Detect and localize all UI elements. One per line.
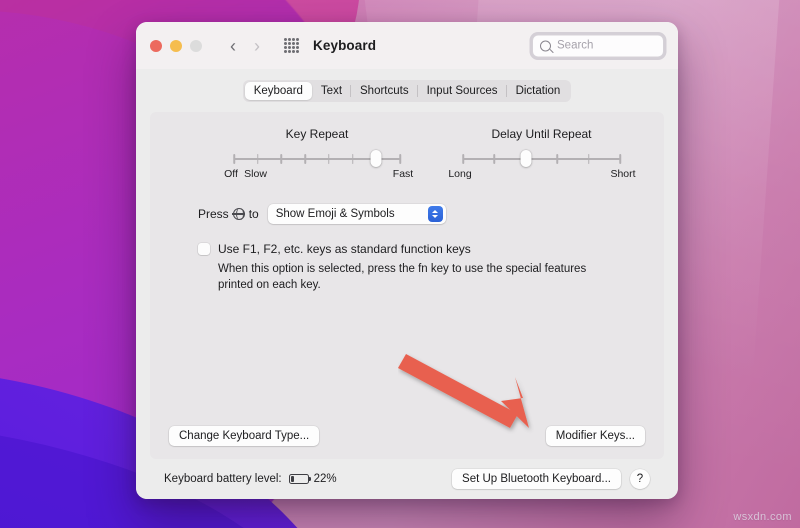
delay-until-repeat-slider[interactable] — [462, 150, 621, 167]
window-body: Keyboard Text Shortcuts Input Sources Di… — [136, 69, 678, 499]
delay-until-repeat-group: Delay Until Repeat Long Short — [448, 127, 635, 182]
keyboard-settings-panel: Key Repeat Off Slow Fast Delay Until Repea… — [150, 112, 664, 459]
key-repeat-slider[interactable] — [233, 150, 401, 167]
slider-tick — [556, 153, 558, 164]
tab-dictation[interactable]: Dictation — [505, 82, 570, 100]
watermark: wsxdn.com — [733, 511, 792, 523]
function-keys-text: Use F1, F2, etc. keys as standard functi… — [218, 242, 618, 294]
function-keys-checkbox[interactable] — [198, 243, 210, 255]
zoom-button[interactable] — [190, 39, 202, 52]
search-icon — [540, 40, 551, 51]
key-repeat-group: Key Repeat Off Slow Fast — [224, 127, 413, 182]
footer-actions: Set Up Bluetooth Keyboard... ? — [452, 469, 650, 489]
function-keys-label: Use F1, F2, etc. keys as standard functi… — [218, 242, 471, 256]
globe-icon — [232, 207, 245, 221]
slider-thumb[interactable] — [370, 150, 382, 167]
tab-text[interactable]: Text — [312, 82, 351, 100]
battery-label: Keyboard battery level: — [164, 473, 282, 485]
battery-percent: 22% — [313, 473, 337, 485]
modifier-keys-button[interactable]: Modifier Keys... — [545, 426, 645, 446]
chevron-right-icon[interactable]: › — [246, 34, 268, 58]
help-button[interactable]: ? — [630, 469, 650, 489]
slider-tick — [351, 153, 354, 164]
delay-until-repeat-title: Delay Until Repeat — [491, 127, 592, 141]
slider-tick — [399, 153, 401, 164]
slider-tick — [233, 153, 235, 164]
sliders-row: Key Repeat Off Slow Fast Delay Until Repea… — [169, 127, 645, 182]
change-keyboard-type-button[interactable]: Change Keyboard Type... — [169, 426, 320, 446]
search-field[interactable]: Search — [532, 34, 664, 57]
slider-tick — [462, 153, 464, 164]
slider-tick — [619, 153, 621, 164]
panel-buttons-row: Change Keyboard Type... Modifier Keys... — [169, 426, 645, 446]
battery-fill — [290, 476, 295, 482]
search-placeholder: Search — [557, 39, 594, 52]
press-prefix-text: Press — [198, 207, 229, 221]
slider-tick-label: Off — [224, 168, 238, 180]
slider-thumb[interactable] — [520, 150, 532, 167]
chevron-left-icon[interactable]: ‹ — [222, 34, 244, 58]
press-globe-row: Press to Show Emoji & Symbols — [169, 204, 645, 224]
traffic-lights — [150, 39, 202, 52]
slider-tick — [280, 153, 283, 164]
slider-tick-label: Fast — [392, 168, 414, 180]
slider-tick — [587, 153, 590, 164]
battery-status: Keyboard battery level: 22% — [164, 473, 337, 485]
tab-bar: Keyboard Text Shortcuts Input Sources Di… — [150, 80, 664, 102]
desktop: ‹ › Keyboard Search Keyboard Text Shortc… — [0, 0, 800, 528]
slider-tick-label: Long — [448, 168, 472, 180]
minimize-button[interactable] — [170, 39, 182, 52]
slider-tick — [304, 153, 306, 164]
globe-action-value: Show Emoji & Symbols — [275, 208, 395, 220]
delay-until-repeat-labels: Long Short — [448, 168, 635, 182]
window-titlebar: ‹ › Keyboard Search — [136, 22, 678, 69]
close-button[interactable] — [150, 39, 162, 52]
grid-dots-icon[interactable] — [284, 38, 299, 53]
slider-tick-label: Short — [610, 168, 636, 180]
tab-input-sources[interactable]: Input Sources — [416, 82, 507, 100]
function-keys-row: Use F1, F2, etc. keys as standard functi… — [169, 242, 645, 294]
window-footer: Keyboard battery level: 22% Set Up Bluet… — [150, 459, 664, 499]
tab-keyboard[interactable]: Keyboard — [244, 82, 312, 100]
updown-chevron-icon[interactable] — [427, 206, 443, 222]
globe-action-popup[interactable]: Show Emoji & Symbols — [267, 204, 446, 224]
battery-icon — [288, 474, 309, 484]
tab-shortcuts[interactable]: Shortcuts — [350, 82, 418, 100]
key-repeat-title: Key Repeat — [285, 127, 349, 141]
page-title: Keyboard — [313, 38, 377, 53]
keyboard-preferences-window: ‹ › Keyboard Search Keyboard Text Shortc… — [136, 22, 678, 499]
slider-tick — [493, 153, 496, 164]
function-keys-help: When this option is selected, press the … — [218, 263, 587, 291]
setup-bluetooth-keyboard-button[interactable]: Set Up Bluetooth Keyboard... — [452, 469, 621, 489]
slider-tick-label: Slow — [244, 168, 267, 180]
slider-tick — [256, 153, 259, 164]
press-suffix-text: to — [248, 207, 259, 221]
key-repeat-labels: Off Slow Fast — [224, 168, 413, 182]
navigation-buttons: ‹ › — [222, 34, 268, 58]
slider-tick — [328, 153, 330, 164]
slider-track-line — [463, 158, 620, 160]
press-globe-label: Press to — [198, 207, 259, 221]
